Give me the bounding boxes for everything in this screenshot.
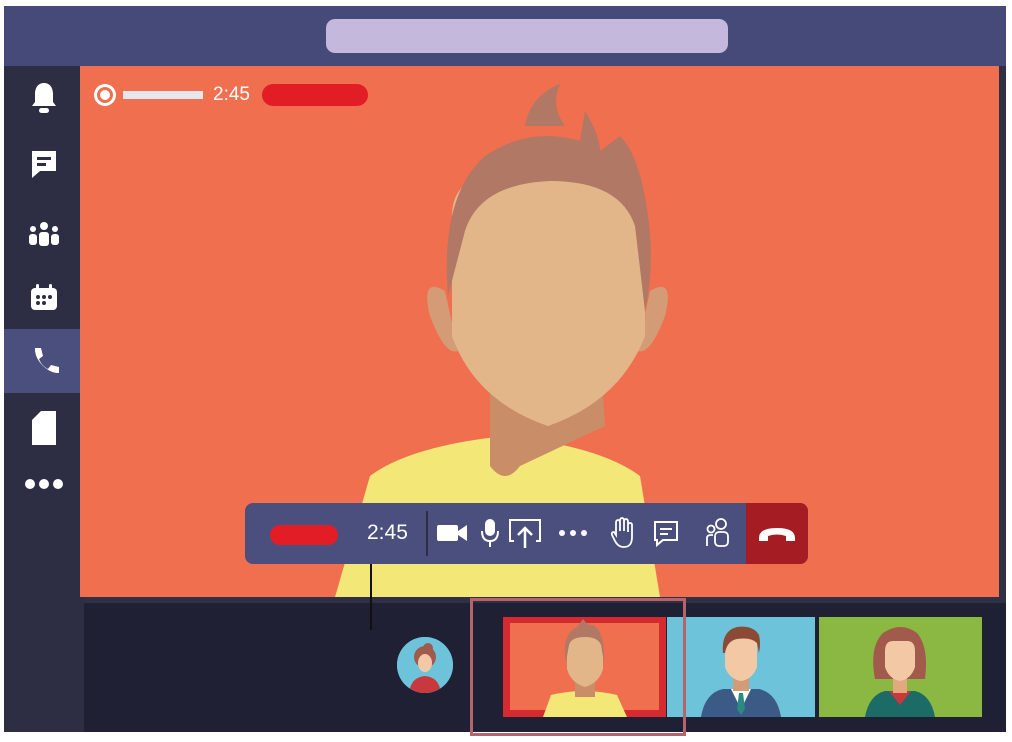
- participant-video-3: [865, 627, 935, 717]
- more-icon: [25, 479, 63, 489]
- participant-avatar-image: [397, 637, 453, 693]
- call-status-badge: [270, 525, 338, 545]
- chat-button[interactable]: [649, 516, 683, 550]
- people-icon: [29, 222, 59, 246]
- chat-icon: [32, 151, 56, 178]
- participants-icon: [706, 518, 729, 547]
- selected-thumbnail-outline: [470, 598, 686, 736]
- call-controls: 2:45: [245, 503, 808, 564]
- search-input[interactable]: [326, 19, 728, 53]
- avatar[interactable]: [397, 637, 453, 693]
- raise-hand-button[interactable]: [607, 516, 641, 550]
- hang-up-button[interactable]: [746, 503, 808, 564]
- participant-thumbnail-3[interactable]: [819, 617, 982, 717]
- pointer-line: [370, 564, 372, 630]
- record-icon: [94, 84, 116, 106]
- rail-item-more[interactable]: [4, 452, 84, 516]
- recording-badge: [261, 84, 368, 106]
- file-icon: [32, 411, 56, 445]
- recording-bar: [123, 91, 203, 99]
- recording-time: 2:45: [213, 84, 250, 105]
- controls-divider: [426, 511, 428, 556]
- share-screen-icon: [509, 519, 541, 548]
- bell-icon: [32, 83, 56, 113]
- participant-thumbnail-2[interactable]: [667, 617, 815, 717]
- participants-button[interactable]: [700, 516, 734, 550]
- participant-video-2: [701, 626, 781, 717]
- rail-item-activity[interactable]: [4, 66, 84, 130]
- more-options-button[interactable]: [556, 516, 590, 550]
- title-bar: [4, 6, 1006, 66]
- raise-hand-icon: [610, 517, 633, 548]
- app-rail: [4, 66, 84, 732]
- rail-item-files[interactable]: [4, 396, 84, 460]
- hang-up-icon: [759, 527, 795, 541]
- chat-icon: [654, 521, 678, 547]
- microphone-button[interactable]: [473, 516, 507, 550]
- phone-icon: [34, 348, 59, 374]
- call-time: 2:45: [367, 521, 408, 544]
- calendar-icon: [31, 284, 57, 310]
- rail-item-calendar[interactable]: [4, 266, 84, 330]
- rail-item-chat[interactable]: [4, 132, 84, 196]
- recording-status: 2:45: [92, 82, 368, 108]
- rail-item-calls[interactable]: [4, 329, 84, 393]
- camera-icon: [437, 525, 467, 541]
- microphone-icon: [481, 519, 499, 547]
- camera-button[interactable]: [435, 516, 469, 550]
- share-screen-button[interactable]: [508, 516, 542, 550]
- rail-item-teams[interactable]: [4, 202, 84, 266]
- more-options-icon: [559, 530, 587, 536]
